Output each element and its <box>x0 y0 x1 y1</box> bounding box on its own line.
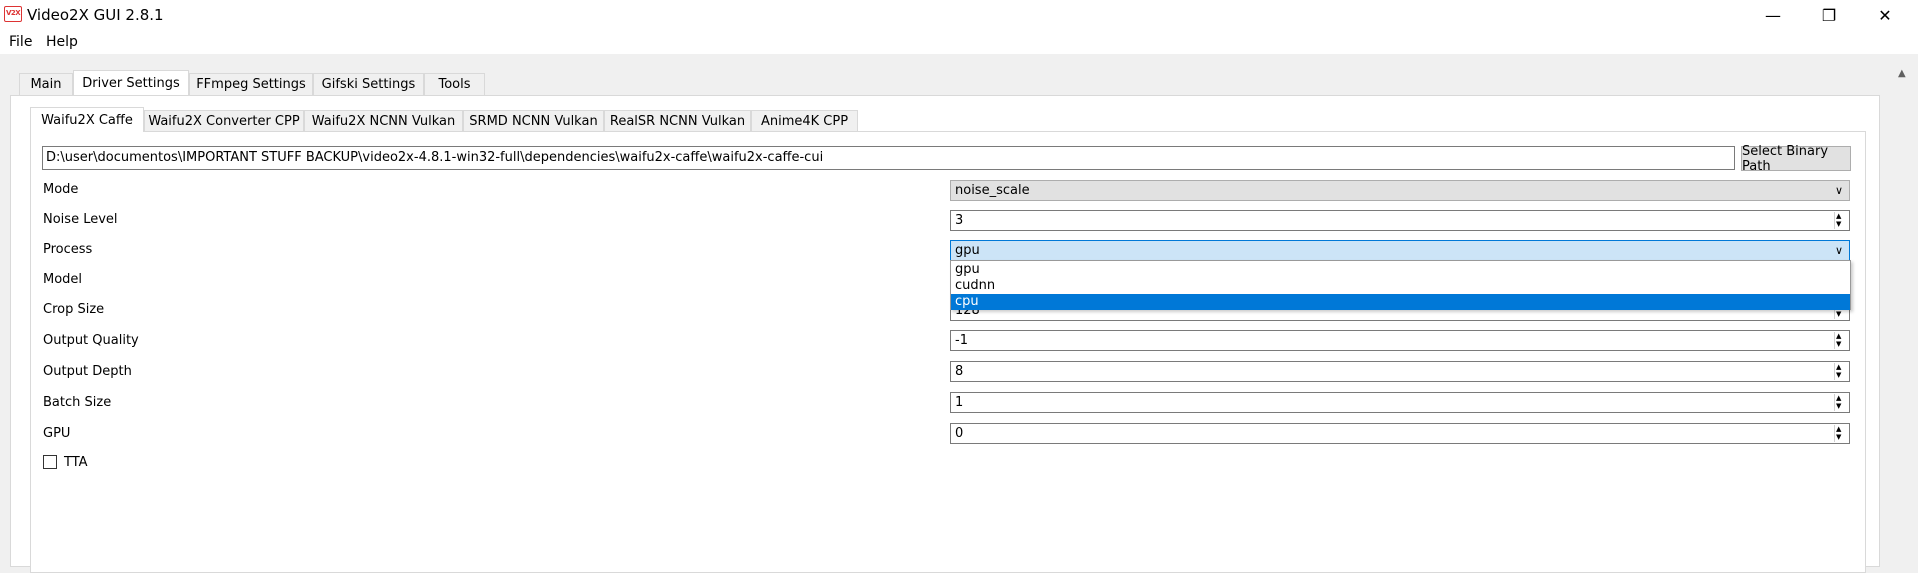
close-button[interactable]: ✕ <box>1862 0 1908 30</box>
spin-up-icon[interactable]: ▲ <box>1836 394 1841 402</box>
menu-help[interactable]: Help <box>46 34 78 50</box>
spin-up-icon[interactable]: ▲ <box>1836 212 1841 220</box>
tab-anime4k-cpp[interactable]: Anime4K CPP <box>751 110 858 132</box>
tab-ffmpeg-settings[interactable]: FFmpeg Settings <box>189 73 313 95</box>
tab-main[interactable]: Main <box>19 73 73 95</box>
spin-buttons[interactable]: ▲▼ <box>1834 425 1847 442</box>
tab-waifu2x-converter-cpp[interactable]: Waifu2X Converter CPP <box>144 110 304 132</box>
maximize-icon: ❐ <box>1821 5 1837 25</box>
select-binary-path-button[interactable]: Select Binary Path <box>1741 144 1851 174</box>
crop-size-label: Crop Size <box>43 302 105 317</box>
process-label: Process <box>43 242 93 257</box>
noise-level-spinbox[interactable]: 3 ▲ ▼ <box>950 210 1850 231</box>
mode-label: Mode <box>43 182 79 197</box>
output-depth-value: 8 <box>955 364 964 379</box>
process-option-cpu[interactable]: cpu <box>951 294 1850 310</box>
menu-file[interactable]: File <box>9 34 32 50</box>
process-value: gpu <box>955 243 980 258</box>
app-logo-icon: V2X <box>4 6 22 22</box>
output-quality-label: Output Quality <box>43 333 139 348</box>
spin-down-icon[interactable]: ▼ <box>1836 371 1841 379</box>
spin-up-icon[interactable]: ▲ <box>1836 332 1841 340</box>
close-icon: ✕ <box>1878 5 1892 25</box>
tta-checkbox[interactable] <box>43 455 57 469</box>
batch-size-spinbox[interactable]: 1 ▲ ▼ <box>950 392 1850 413</box>
spin-down-icon[interactable]: ▼ <box>1836 340 1841 348</box>
menu-bar: File Help <box>0 30 1918 54</box>
output-depth-spinbox[interactable]: 8 ▲ ▼ <box>950 361 1850 382</box>
scroll-up-icon[interactable]: ▲ <box>1898 68 1906 79</box>
title-bar: V2X Video2X GUI 2.8.1 — ❐ ✕ <box>0 0 1918 30</box>
batch-size-value: 1 <box>955 395 964 410</box>
tab-tools[interactable]: Tools <box>424 73 485 95</box>
tab-waifu2x-caffe[interactable]: Waifu2X Caffe <box>30 107 144 132</box>
binary-path-input[interactable]: D:\user\documentos\IMPORTANT STUFF BACKU… <box>42 146 1735 170</box>
mode-select[interactable]: noise_scale ∨ <box>950 180 1850 201</box>
process-option-gpu[interactable]: gpu <box>951 262 1850 278</box>
chevron-down-icon: ∨ <box>1834 244 1843 257</box>
spin-buttons[interactable]: ▲▼ <box>1834 363 1847 380</box>
tab-driver-settings[interactable]: Driver Settings <box>73 70 189 95</box>
spin-down-icon[interactable]: ▼ <box>1836 402 1841 410</box>
tab-srmd-ncnn-vulkan[interactable]: SRMD NCNN Vulkan <box>463 110 604 132</box>
spin-down-icon[interactable]: ▼ <box>1836 433 1841 441</box>
model-label: Model <box>43 272 83 287</box>
tab-gifski-settings[interactable]: Gifski Settings <box>313 73 424 95</box>
spin-up-icon[interactable]: ▲ <box>1836 363 1841 371</box>
process-select[interactable]: gpu ∨ <box>950 240 1850 261</box>
spin-up-icon[interactable]: ▲ <box>1836 425 1841 433</box>
output-depth-label: Output Depth <box>43 364 132 379</box>
noise-level-label: Noise Level <box>43 212 118 227</box>
spin-down-icon[interactable]: ▼ <box>1836 310 1841 318</box>
tab-waifu2x-ncnn-vulkan[interactable]: Waifu2X NCNN Vulkan <box>304 110 463 132</box>
process-option-cudnn[interactable]: cudnn <box>951 278 1850 294</box>
spin-buttons[interactable]: ▲▼ <box>1834 332 1847 349</box>
gpu-spinbox[interactable]: 0 ▲ ▼ <box>950 423 1850 444</box>
window-title: Video2X GUI 2.8.1 <box>27 6 164 24</box>
process-dropdown-list: gpu cudnn cpu <box>950 260 1851 310</box>
spin-buttons[interactable]: ▲▼ <box>1834 394 1847 411</box>
gpu-label: GPU <box>43 426 71 441</box>
gpu-value: 0 <box>955 426 964 441</box>
maximize-button[interactable]: ❐ <box>1806 0 1852 30</box>
tab-realsr-ncnn-vulkan[interactable]: RealSR NCNN Vulkan <box>604 110 751 132</box>
mode-value: noise_scale <box>955 183 1030 198</box>
batch-size-label: Batch Size <box>43 395 112 410</box>
chevron-down-icon: ∨ <box>1834 184 1843 197</box>
output-quality-spinbox[interactable]: -1 ▲ ▼ <box>950 330 1850 351</box>
minimize-button[interactable]: — <box>1750 0 1796 30</box>
spin-buttons[interactable]: ▲▼ <box>1834 212 1847 229</box>
output-quality-value: -1 <box>955 333 968 348</box>
noise-level-value: 3 <box>955 213 964 228</box>
minimize-icon: — <box>1765 5 1781 25</box>
spin-down-icon[interactable]: ▼ <box>1836 220 1841 228</box>
vertical-scrollbar[interactable] <box>1894 62 1914 560</box>
tta-label: TTA <box>64 455 88 470</box>
